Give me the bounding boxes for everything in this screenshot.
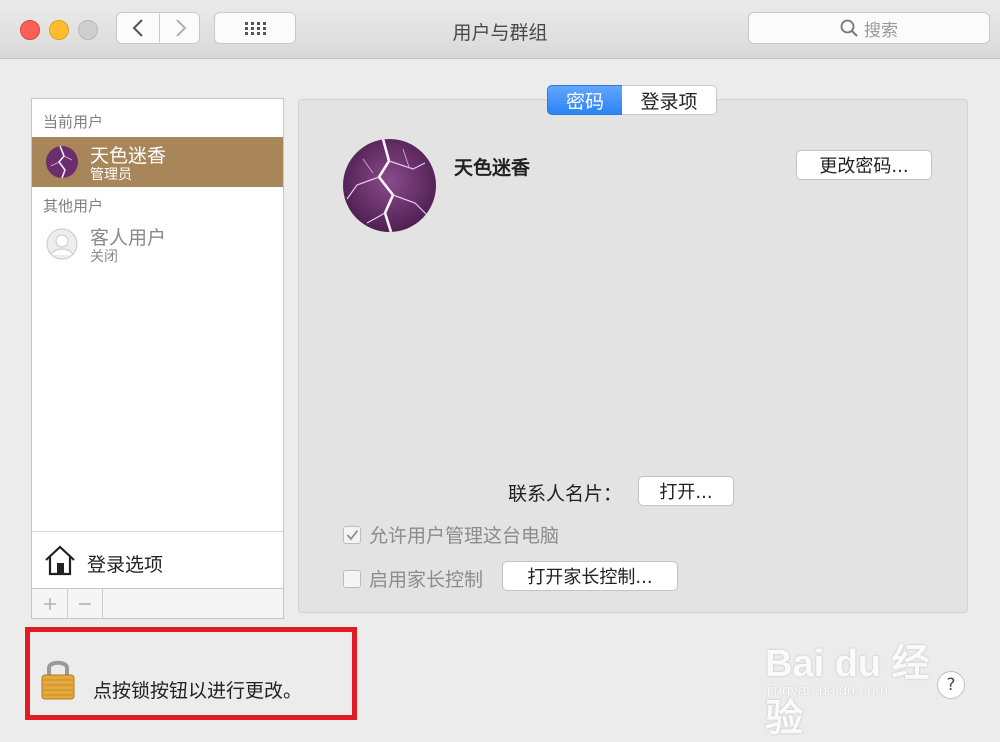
lock-message: 点按锁按钮以进行更改。 xyxy=(93,680,303,702)
change-password-button[interactable]: 更改密码... xyxy=(796,150,932,180)
parental-controls-row: 启用家长控制 xyxy=(343,565,483,592)
parental-controls-label: 启用家长控制 xyxy=(369,569,484,591)
tab-login-items[interactable]: 登录项 xyxy=(622,85,717,115)
minus-icon xyxy=(78,602,91,605)
open-parental-controls-button[interactable]: 打开家长控制... xyxy=(502,561,678,591)
allow-admin-row: 允许用户管理这台电脑 xyxy=(343,521,559,548)
user-role: 管理员 xyxy=(90,167,132,183)
checkmark-icon xyxy=(346,529,358,540)
search-field[interactable]: 搜索 xyxy=(748,12,990,44)
house-icon xyxy=(45,545,75,576)
title-bar: 用户与群组 搜索 xyxy=(0,0,1000,59)
guest-status: 关闭 xyxy=(90,249,118,265)
allow-admin-checkbox[interactable] xyxy=(343,525,361,544)
lock-highlight: 点按锁按钮以进行更改。 xyxy=(25,627,357,720)
search-placeholder: 搜索 xyxy=(864,20,898,41)
add-remove-bar xyxy=(31,589,284,619)
user-list: 当前用户 天色迷香 管理员 其他用户 客人用户 关闭 登录选项 xyxy=(31,98,284,589)
guest-avatar-icon xyxy=(46,228,78,260)
user-row-guest[interactable]: 客人用户 关闭 xyxy=(32,219,283,269)
plus-icon xyxy=(43,597,56,610)
parental-controls-checkbox[interactable] xyxy=(343,569,361,588)
add-user-button[interactable] xyxy=(32,589,68,618)
user-avatar-large[interactable] xyxy=(343,139,436,232)
remove-user-button[interactable] xyxy=(67,589,103,618)
user-avatar-small xyxy=(46,146,78,178)
tab-password[interactable]: 密码 xyxy=(547,85,623,115)
allow-admin-label: 允许用户管理这台电脑 xyxy=(369,525,560,547)
login-options-item[interactable]: 登录选项 xyxy=(32,531,283,589)
lock-icon[interactable] xyxy=(40,656,76,700)
user-display-name: 天色迷香 xyxy=(454,157,531,179)
help-button[interactable]: ? xyxy=(937,671,965,699)
contact-card-label: 联系人名片： xyxy=(508,483,623,505)
baidu-watermark: Bai du 经验 jingyan.baidu.com xyxy=(765,622,945,740)
current-users-label: 当前用户 xyxy=(43,113,104,131)
open-contact-button[interactable]: 打开... xyxy=(638,476,734,506)
login-options-label: 登录选项 xyxy=(87,554,164,576)
watermark-url: jingyan.baidu.com xyxy=(767,682,888,699)
search-icon xyxy=(840,19,858,37)
user-row-current[interactable]: 天色迷香 管理员 xyxy=(32,137,283,187)
other-users-label: 其他用户 xyxy=(43,197,104,215)
